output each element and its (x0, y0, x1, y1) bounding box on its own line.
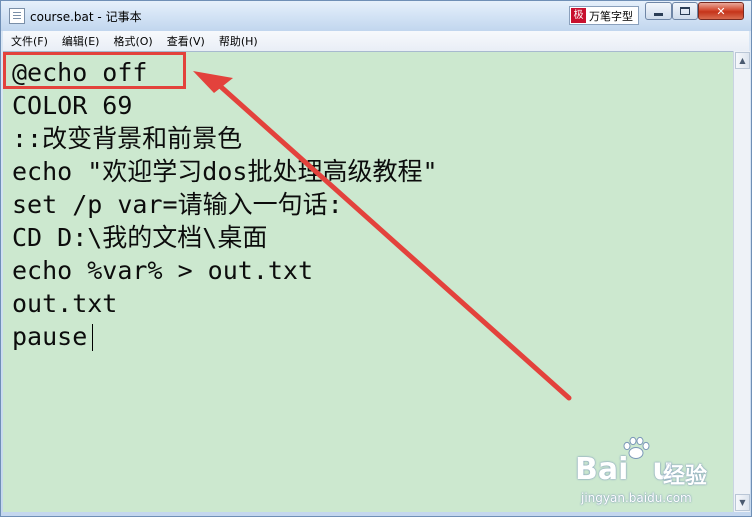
watermark-url: jingyan.baidu.com (581, 491, 692, 505)
maximize-button[interactable] (672, 2, 698, 20)
watermark-cn: 经验 (663, 464, 708, 489)
code-line: COLOR 69 (12, 91, 133, 120)
notepad-icon[interactable] (9, 8, 25, 24)
code-line: echo %var% > out.txt (12, 256, 314, 285)
ime-logo-icon: 极 (571, 8, 586, 23)
close-icon: ✕ (716, 4, 726, 18)
menu-format[interactable]: 格式(O) (113, 33, 152, 49)
ime-label: 万笔字型 (589, 9, 633, 23)
title-bar[interactable]: course.bat - 记事本 极 万笔字型 ✕ (1, 1, 751, 31)
scroll-up-icon[interactable]: ▲ (735, 52, 750, 69)
menu-view[interactable]: 查看(V) (167, 33, 205, 49)
menu-file[interactable]: 文件(F) (11, 33, 48, 49)
annotation-highlight-box (3, 52, 186, 89)
menu-bar: 文件(F) 编辑(E) 格式(O) 查看(V) 帮助(H) (3, 31, 749, 51)
menu-help[interactable]: 帮助(H) (219, 33, 258, 49)
code-line: set /p var=请输入一句话: (12, 190, 343, 219)
code-line: out.txt (12, 289, 118, 318)
baidu-jingyan-watermark: Bai u 经验 jingyan.baidu.com (565, 436, 745, 511)
close-button[interactable]: ✕ (698, 2, 744, 20)
menu-edit[interactable]: 编辑(E) (62, 33, 100, 49)
window-title: course.bat - 记事本 (30, 10, 142, 24)
code-line: echo "欢迎学习dos批处理高级教程" (12, 157, 438, 186)
text-caret (92, 324, 93, 351)
ime-indicator[interactable]: 极 万笔字型 (569, 6, 639, 25)
code-line: pause (12, 322, 88, 351)
watermark-brand: Bai u (575, 452, 674, 487)
maximize-icon (680, 7, 690, 15)
minimize-button[interactable] (645, 2, 672, 20)
code-line: ::改变背景和前景色 (12, 124, 243, 153)
minimize-icon (654, 12, 663, 16)
code-line: CD D:\我的文档\桌面 (12, 223, 268, 252)
